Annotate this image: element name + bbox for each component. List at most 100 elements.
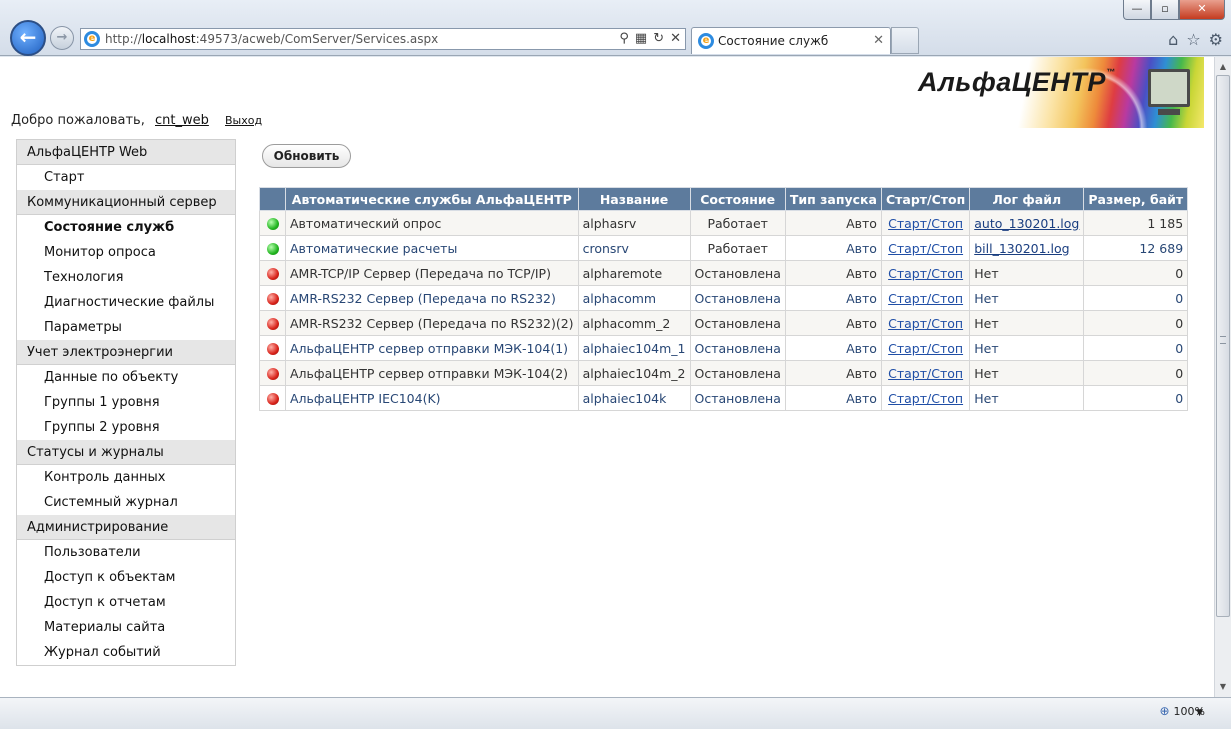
table-cell: alphacomm	[577, 285, 691, 311]
scrollbar-thumb[interactable]	[1216, 75, 1230, 617]
sidebar-item[interactable]: Диагностические файлы	[17, 290, 235, 315]
welcome-user-link[interactable]: cnt_web	[155, 113, 209, 128]
gear-icon[interactable]: ⚙	[1209, 30, 1223, 49]
service-start-type: Авто	[846, 340, 877, 356]
service-start-type: Авто	[846, 290, 877, 306]
sidebar-item[interactable]: Доступ к отчетам	[17, 590, 235, 615]
maximize-icon[interactable]: ▫	[1151, 0, 1179, 20]
scroll-down-icon[interactable]: ▼	[1216, 679, 1230, 695]
sidebar-section-0[interactable]: АльфаЦЕНТР Web	[17, 140, 235, 165]
table-cell: alphacomm_2	[577, 310, 691, 336]
zoom-icon: ⊕	[1159, 704, 1170, 718]
sidebar-item[interactable]: Группы 1 уровня	[17, 390, 235, 415]
close-window-icon[interactable]: ✕	[1179, 0, 1225, 20]
sidebar-item[interactable]: Параметры	[17, 315, 235, 340]
logo-monitor-icon	[1148, 69, 1190, 107]
sidebar-item[interactable]: Доступ к объектам	[17, 565, 235, 590]
sidebar-item[interactable]: Контроль данных	[17, 465, 235, 490]
start-stop-link[interactable]: Старт/Стоп	[888, 341, 963, 356]
service-start-type: Авто	[846, 240, 877, 256]
table-cell: Старт/Стоп	[880, 210, 971, 236]
start-stop-link[interactable]: Старт/Стоп	[888, 241, 963, 256]
alphacenter-logo: АльфаЦЕНТР™	[906, 57, 1204, 128]
logout-link[interactable]: Выход	[225, 114, 262, 127]
table-cell: alphaiec104m_1	[577, 335, 691, 361]
sidebar-item[interactable]: Системный журнал	[17, 490, 235, 515]
service-state: Остановлена	[694, 340, 781, 356]
sidebar-section-3[interactable]: Статусы и журналы	[17, 440, 235, 465]
forward-button[interactable]: →	[50, 26, 74, 50]
column-header: Название	[577, 187, 691, 211]
sidebar-item[interactable]: Старт	[17, 165, 235, 190]
stop-icon[interactable]: ✕	[670, 31, 681, 46]
tab-close-icon[interactable]: ✕	[873, 33, 884, 48]
log-file-link[interactable]: auto_130201.log	[974, 216, 1079, 231]
service-code: alpharemote	[582, 265, 663, 281]
welcome-greeting: Добро пожаловать,	[11, 113, 145, 128]
table-cell: Работает	[689, 210, 786, 236]
service-name: AMR-TCP/IP Сервер (Передача по TCP/IP)	[290, 265, 551, 281]
table-cell: Нет	[969, 310, 1085, 336]
welcome-line: Добро пожаловать, cnt_web Выход	[11, 113, 262, 128]
log-size: 0	[1175, 265, 1184, 281]
table-cell: Авто	[784, 335, 882, 361]
zoom-dropdown-icon[interactable]: ▼	[1196, 708, 1203, 718]
search-icon[interactable]: ⚲	[619, 31, 629, 46]
scroll-up-icon[interactable]: ▲	[1216, 59, 1230, 75]
sidebar-item[interactable]: Данные по объекту	[17, 365, 235, 390]
compat-view-icon[interactable]: ▦	[635, 31, 647, 46]
refresh-button[interactable]: Обновить	[262, 144, 351, 168]
table-cell: alphaiec104k	[577, 385, 691, 411]
table-cell: Остановлена	[689, 310, 786, 336]
table-cell: Остановлена	[689, 285, 786, 311]
sidebar-item[interactable]: Монитор опроса	[17, 240, 235, 265]
start-stop-link[interactable]: Старт/Стоп	[888, 266, 963, 281]
favorites-star-icon[interactable]: ☆	[1186, 30, 1200, 49]
table-cell: Нет	[969, 335, 1085, 361]
table-cell: alphasrv	[577, 210, 691, 236]
log-file-link[interactable]: bill_130201.log	[974, 241, 1069, 256]
minimize-icon[interactable]: —	[1123, 0, 1151, 20]
status-stopped-icon	[266, 318, 279, 330]
sidebar-item[interactable]: Технология	[17, 265, 235, 290]
table-cell: АльфаЦЕНТР IEC104(K)	[285, 385, 579, 411]
log-size: 0	[1175, 365, 1184, 381]
status-stopped-icon	[266, 393, 279, 405]
address-bar[interactable]: e http://localhost:49573/acweb/ComServer…	[80, 28, 686, 50]
vertical-scrollbar[interactable]: ▲ ▼	[1214, 57, 1231, 697]
sidebar-item[interactable]: Состояние служб	[17, 215, 235, 240]
page-viewport: АльфаЦЕНТР™ Добро пожаловать, cnt_web Вы…	[0, 57, 1214, 697]
sidebar-section-4[interactable]: Администрирование	[17, 515, 235, 540]
table-cell: Авто	[784, 260, 882, 286]
sidebar-item[interactable]: Пользователи	[17, 540, 235, 565]
start-stop-link[interactable]: Старт/Стоп	[888, 216, 963, 231]
back-button[interactable]: ←	[10, 20, 46, 56]
start-stop-link[interactable]: Старт/Стоп	[888, 291, 963, 306]
sidebar-item[interactable]: Группы 2 уровня	[17, 415, 235, 440]
sidebar-section-1[interactable]: Коммуникационный сервер	[17, 190, 235, 215]
service-code: alphaiec104m_1	[582, 340, 686, 356]
table-cell: АльфаЦЕНТР сервер отправки МЭК-104(1)	[285, 335, 579, 361]
home-icon[interactable]: ⌂	[1168, 30, 1178, 49]
sidebar-item[interactable]: Журнал событий	[17, 640, 235, 665]
service-start-type: Авто	[846, 265, 877, 281]
service-code: alphaiec104k	[582, 390, 667, 406]
start-stop-link[interactable]: Старт/Стоп	[888, 366, 963, 381]
sidebar-item[interactable]: Материалы сайта	[17, 615, 235, 640]
table-cell: 0	[1083, 335, 1189, 361]
tab-ie-icon: e	[698, 33, 714, 49]
scrollbar-grip	[1220, 336, 1226, 344]
table-cell: Нет	[969, 260, 1085, 286]
start-stop-link[interactable]: Старт/Стоп	[888, 391, 963, 406]
table-row: AMR-TCP/IP Сервер (Передача по TCP/IP) al…	[259, 260, 1189, 286]
new-tab-button[interactable]	[891, 27, 919, 54]
table-cell: 1 185	[1083, 210, 1189, 236]
refresh-icon[interactable]: ↻	[653, 31, 664, 46]
start-stop-link[interactable]: Старт/Стоп	[888, 316, 963, 331]
ie-icon: e	[84, 31, 100, 47]
browser-tab[interactable]: e Состояние служб ✕	[691, 27, 891, 54]
service-start-type: Авто	[846, 215, 877, 231]
sidebar-menu: АльфаЦЕНТР Web Старт Коммуникационный серв…	[16, 139, 236, 666]
table-cell	[259, 235, 286, 261]
sidebar-section-2[interactable]: Учет электроэнергии	[17, 340, 235, 365]
